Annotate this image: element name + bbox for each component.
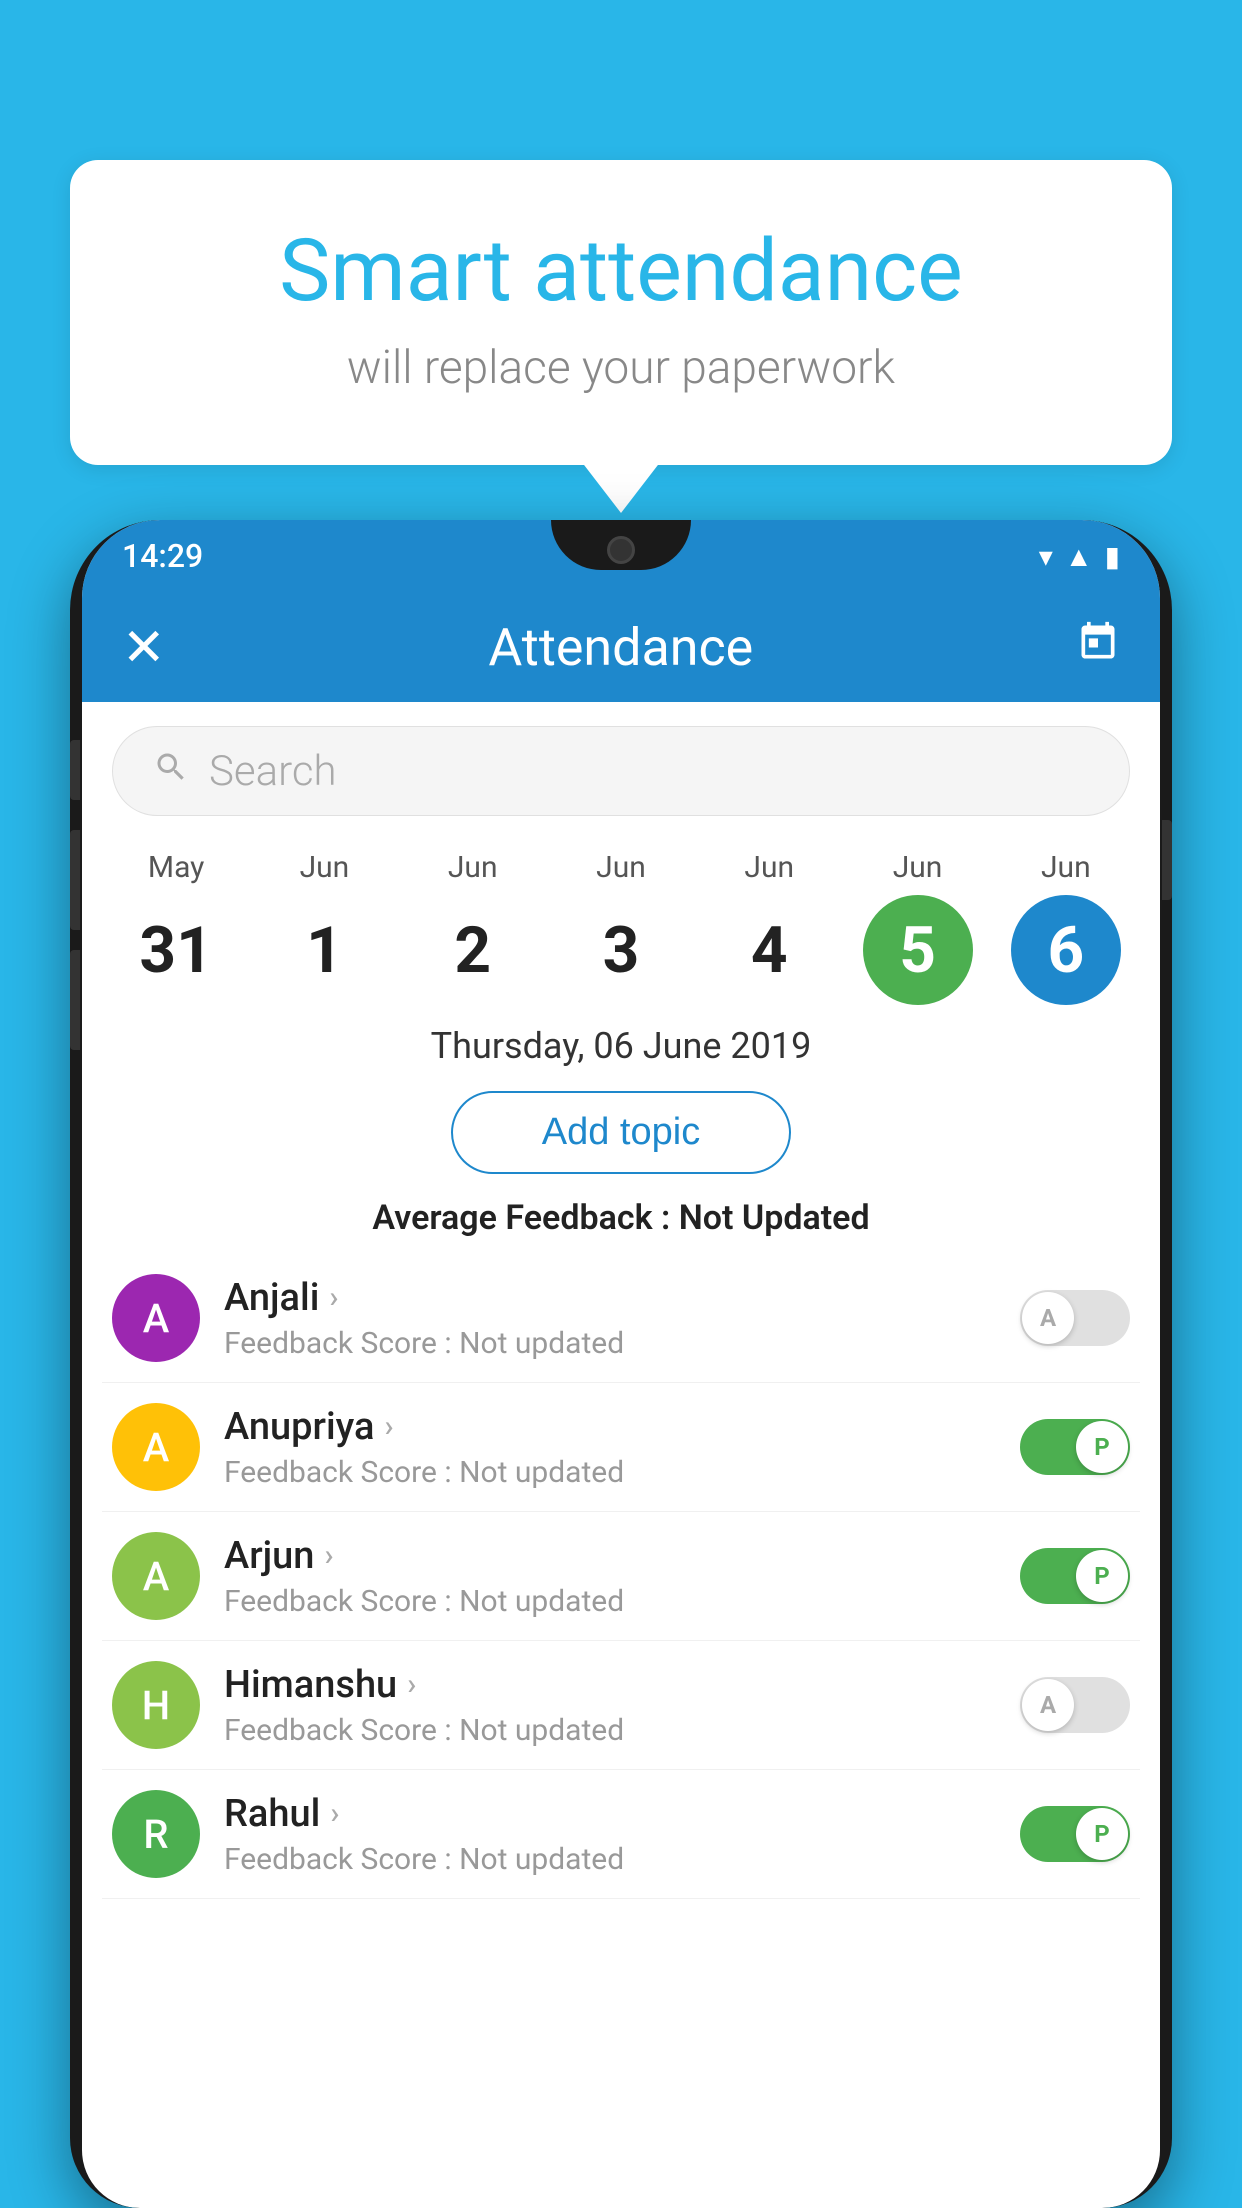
student-name-3: Himanshu ›	[224, 1663, 996, 1707]
cal-month-5: Jun	[893, 850, 943, 885]
search-placeholder: Search	[209, 747, 337, 796]
cal-date-4: 4	[714, 895, 824, 1005]
phone-frame: 14:29 ▾ ▲ ▮ ✕ Attendance S	[70, 520, 1172, 2208]
cal-date-5: 5	[863, 895, 973, 1005]
cal-date-6: 6	[1011, 895, 1121, 1005]
bubble-subtitle: will replace your paperwork	[150, 341, 1092, 395]
search-icon	[153, 749, 189, 794]
feedback-score-1: Feedback Score : Not updated	[224, 1455, 996, 1490]
feedback-score-0: Feedback Score : Not updated	[224, 1326, 996, 1361]
student-name-2: Arjun ›	[224, 1534, 996, 1578]
student-info-2: Arjun › Feedback Score : Not updated	[224, 1534, 996, 1619]
cal-date-0: 31	[121, 895, 231, 1005]
avg-feedback-value: Not Updated	[679, 1198, 870, 1238]
attendance-toggle-1[interactable]: P	[1020, 1419, 1130, 1475]
add-topic-button[interactable]: Add topic	[451, 1091, 791, 1174]
toggle-wrap-1[interactable]: P	[1020, 1419, 1130, 1475]
student-name-4: Rahul ›	[224, 1792, 996, 1836]
student-name-1: Anupriya ›	[224, 1405, 996, 1449]
bubble-title: Smart attendance	[150, 220, 1092, 321]
student-list: AAnjali ›Feedback Score : Not updatedAAA…	[82, 1254, 1160, 1899]
chevron-3: ›	[407, 1667, 416, 1702]
student-item-3[interactable]: H Himanshu › Feedback Score : Not updated A	[102, 1641, 1140, 1770]
student-info-0: Anjali › Feedback Score : Not updated	[224, 1276, 996, 1361]
chevron-4: ›	[330, 1796, 339, 1831]
toggle-knob-3: A	[1022, 1679, 1074, 1731]
side-button-left-3	[70, 950, 80, 1050]
calendar-day-0[interactable]: May 31	[111, 850, 241, 1005]
calendar-day-5[interactable]: Jun 5	[853, 850, 983, 1005]
student-item-2[interactable]: A Arjun › Feedback Score : Not updated P	[102, 1512, 1140, 1641]
avatar-2: A	[112, 1532, 200, 1620]
selected-date-label: Thursday, 06 June 2019	[82, 1005, 1160, 1077]
calendar-day-6[interactable]: Jun 6	[1001, 850, 1131, 1005]
toggle-knob-2: P	[1076, 1550, 1128, 1602]
average-feedback: Average Feedback : Not Updated	[82, 1188, 1160, 1254]
chevron-0: ›	[329, 1280, 338, 1315]
cal-date-3: 3	[566, 895, 676, 1005]
camera-notch	[607, 536, 635, 564]
phone-screen: 14:29 ▾ ▲ ▮ ✕ Attendance S	[82, 520, 1160, 2208]
cal-date-1: 1	[269, 895, 379, 1005]
avatar-4: R	[112, 1790, 200, 1878]
chevron-1: ›	[384, 1409, 393, 1444]
avg-feedback-prefix: Average Feedback :	[372, 1198, 678, 1238]
calendar-strip: May 31 Jun 1 Jun 2 Jun 3 Jun 4 Jun 5 Jun 6	[82, 840, 1160, 1005]
calendar-day-2[interactable]: Jun 2	[408, 850, 538, 1005]
side-button-right	[1162, 820, 1172, 900]
student-info-3: Himanshu › Feedback Score : Not updated	[224, 1663, 996, 1748]
toggle-knob-4: P	[1076, 1808, 1128, 1860]
toggle-wrap-0[interactable]: A	[1020, 1290, 1130, 1346]
avatar-3: H	[112, 1661, 200, 1749]
student-item-1[interactable]: A Anupriya › Feedback Score : Not updated P	[102, 1383, 1140, 1512]
toggle-knob-0: A	[1022, 1292, 1074, 1344]
student-item-4[interactable]: R Rahul › Feedback Score : Not updated P	[102, 1770, 1140, 1899]
app-bar: ✕ Attendance	[82, 592, 1160, 702]
toggle-wrap-3[interactable]: A	[1020, 1677, 1130, 1733]
student-info-4: Rahul › Feedback Score : Not updated	[224, 1792, 996, 1877]
calendar-day-4[interactable]: Jun 4	[704, 850, 834, 1005]
side-button-left-2	[70, 830, 80, 930]
feedback-score-3: Feedback Score : Not updated	[224, 1713, 996, 1748]
feedback-score-2: Feedback Score : Not updated	[224, 1584, 996, 1619]
cal-month-2: Jun	[448, 850, 498, 885]
cal-month-1: Jun	[300, 850, 350, 885]
cal-month-4: Jun	[744, 850, 794, 885]
signal-icon: ▲	[1065, 540, 1093, 573]
feedback-score-4: Feedback Score : Not updated	[224, 1842, 996, 1877]
cal-month-6: Jun	[1041, 850, 1091, 885]
side-button-left-1	[70, 740, 80, 800]
wifi-icon: ▾	[1039, 540, 1053, 573]
calendar-day-1[interactable]: Jun 1	[259, 850, 389, 1005]
toggle-knob-1: P	[1076, 1421, 1128, 1473]
attendance-toggle-3[interactable]: A	[1020, 1677, 1130, 1733]
speech-bubble: Smart attendance will replace your paper…	[70, 160, 1172, 465]
status-time: 14:29	[122, 537, 203, 575]
student-info-1: Anupriya › Feedback Score : Not updated	[224, 1405, 996, 1490]
status-icons: ▾ ▲ ▮	[1039, 540, 1120, 573]
cal-month-0: May	[148, 850, 204, 885]
attendance-toggle-0[interactable]: A	[1020, 1290, 1130, 1346]
app-bar-title: Attendance	[166, 617, 1076, 678]
calendar-day-3[interactable]: Jun 3	[556, 850, 686, 1005]
battery-icon: ▮	[1105, 540, 1120, 573]
toggle-wrap-4[interactable]: P	[1020, 1806, 1130, 1862]
student-item-0[interactable]: A Anjali › Feedback Score : Not updated A	[102, 1254, 1140, 1383]
attendance-toggle-4[interactable]: P	[1020, 1806, 1130, 1862]
close-button[interactable]: ✕	[122, 617, 166, 678]
calendar-button[interactable]	[1076, 620, 1120, 675]
cal-date-2: 2	[418, 895, 528, 1005]
avatar-1: A	[112, 1403, 200, 1491]
student-name-0: Anjali ›	[224, 1276, 996, 1320]
cal-month-3: Jun	[596, 850, 646, 885]
toggle-wrap-2[interactable]: P	[1020, 1548, 1130, 1604]
avatar-0: A	[112, 1274, 200, 1362]
attendance-toggle-2[interactable]: P	[1020, 1548, 1130, 1604]
search-bar[interactable]: Search	[112, 726, 1130, 816]
chevron-2: ›	[324, 1538, 333, 1573]
